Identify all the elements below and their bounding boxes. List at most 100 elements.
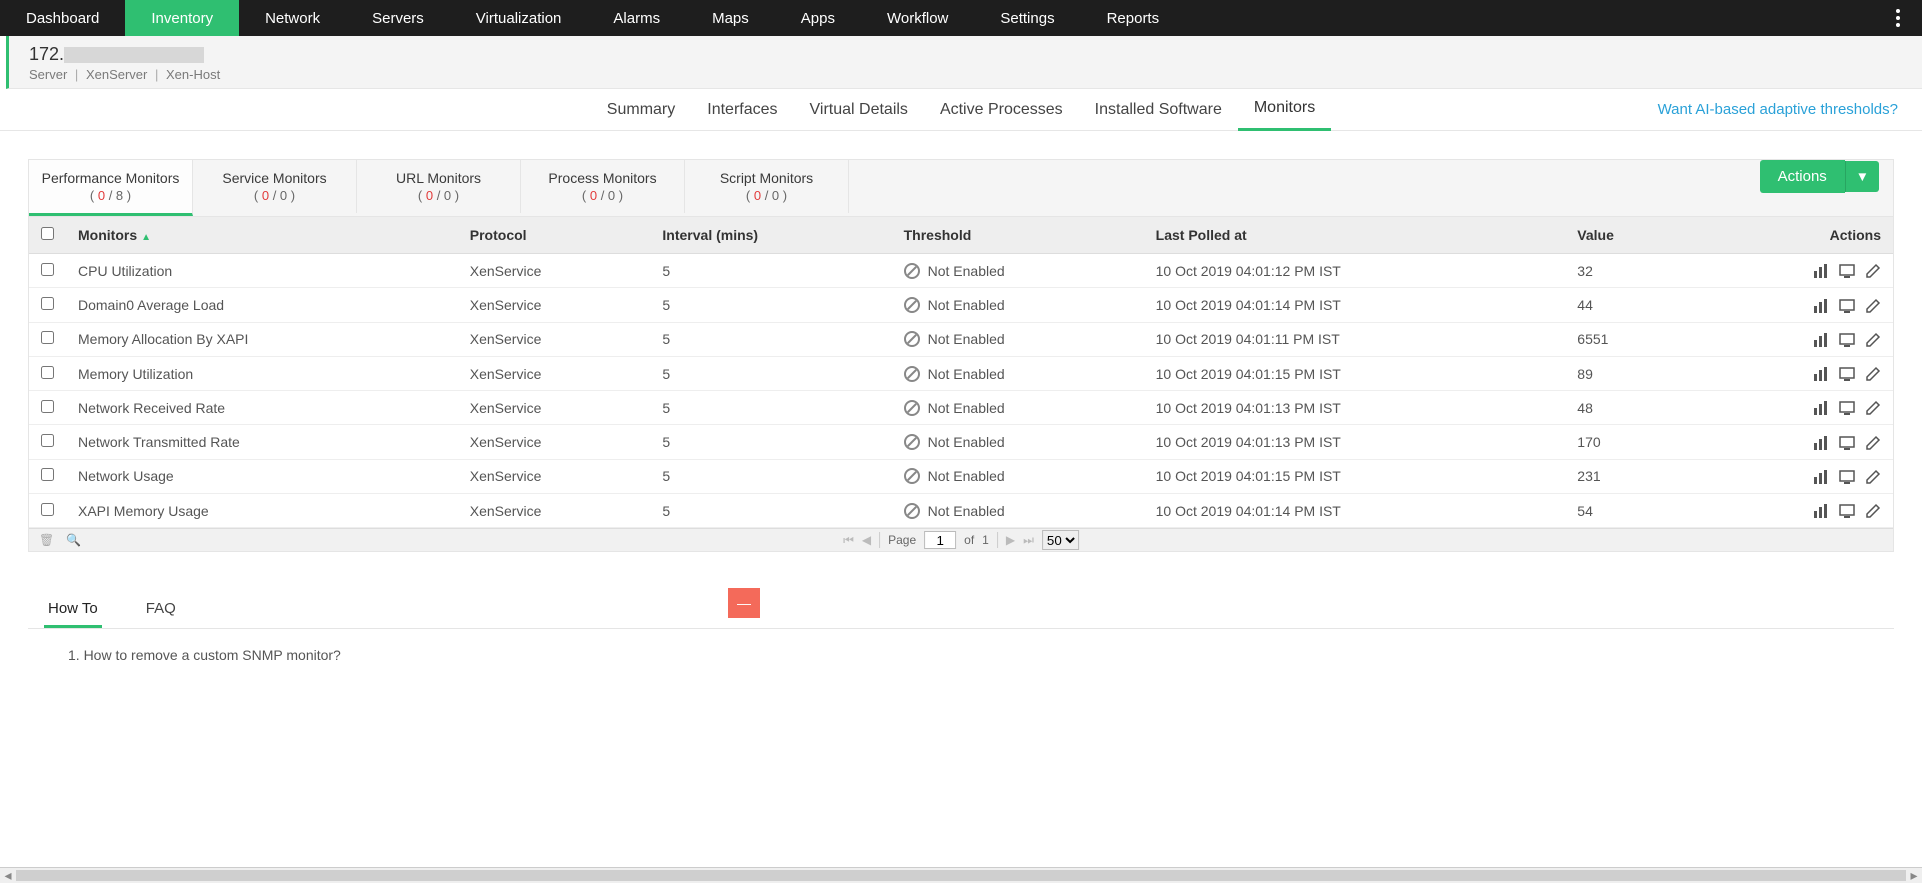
row-checkbox[interactable] bbox=[41, 400, 54, 413]
last-page-icon[interactable]: ⏭ bbox=[1023, 533, 1034, 548]
nav-maps[interactable]: Maps bbox=[686, 0, 775, 36]
search-icon[interactable]: 🔍 bbox=[66, 533, 81, 547]
row-checkbox[interactable] bbox=[41, 468, 54, 481]
delete-icon[interactable]: 🗑 bbox=[39, 533, 54, 547]
screen-icon[interactable] bbox=[1837, 298, 1855, 314]
col-last-polled[interactable]: Last Polled at bbox=[1144, 217, 1566, 254]
row-checkbox[interactable] bbox=[41, 434, 54, 447]
tab-active-processes[interactable]: Active Processes bbox=[924, 89, 1079, 131]
actions-button-group: Actions ▼ bbox=[1760, 160, 1893, 193]
col-value[interactable]: Value bbox=[1565, 217, 1687, 254]
chart-icon[interactable] bbox=[1811, 503, 1829, 519]
screen-icon[interactable] bbox=[1837, 435, 1855, 451]
chart-icon[interactable] bbox=[1811, 298, 1829, 314]
nav-dashboard[interactable]: Dashboard bbox=[0, 0, 125, 36]
kebab-menu-icon[interactable] bbox=[1886, 0, 1910, 36]
table-row: CPU UtilizationXenService5Not Enabled10 … bbox=[29, 254, 1893, 288]
chart-icon[interactable] bbox=[1811, 263, 1829, 279]
ai-thresholds-link[interactable]: Want AI-based adaptive thresholds? bbox=[1658, 101, 1898, 118]
chart-icon[interactable] bbox=[1811, 332, 1829, 348]
device-subnav: Summary Interfaces Virtual Details Activ… bbox=[0, 89, 1922, 131]
col-monitors[interactable]: Monitors▲ bbox=[66, 217, 458, 254]
nav-network[interactable]: Network bbox=[239, 0, 346, 36]
page-input[interactable] bbox=[924, 531, 956, 549]
scroll-left-icon[interactable]: ◂ bbox=[0, 868, 16, 883]
nav-virtualization[interactable]: Virtualization bbox=[450, 0, 588, 36]
nav-reports[interactable]: Reports bbox=[1081, 0, 1186, 36]
edit-icon[interactable] bbox=[1863, 332, 1881, 348]
screen-icon[interactable] bbox=[1837, 469, 1855, 485]
edit-icon[interactable] bbox=[1863, 298, 1881, 314]
cell-polled: 10 Oct 2019 04:01:15 PM IST bbox=[1144, 356, 1566, 390]
chart-icon[interactable] bbox=[1811, 400, 1829, 416]
tab-interfaces[interactable]: Interfaces bbox=[691, 89, 793, 131]
cell-actions bbox=[1687, 288, 1893, 322]
howto-item[interactable]: 1. How to remove a custom SNMP monitor? bbox=[68, 647, 1894, 663]
actions-button[interactable]: Actions bbox=[1760, 160, 1845, 193]
edit-icon[interactable] bbox=[1863, 400, 1881, 416]
mtab-service[interactable]: Service Monitors ( 0 / 0 ) bbox=[193, 160, 357, 213]
top-nav: Dashboard Inventory Network Servers Virt… bbox=[0, 0, 1922, 36]
edit-icon[interactable] bbox=[1863, 366, 1881, 382]
disabled-icon bbox=[904, 503, 920, 519]
crumb-xenhost[interactable]: Xen-Host bbox=[166, 67, 220, 82]
col-interval[interactable]: Interval (mins) bbox=[650, 217, 891, 254]
mtab-process[interactable]: Process Monitors ( 0 / 0 ) bbox=[521, 160, 685, 213]
nav-alarms[interactable]: Alarms bbox=[587, 0, 686, 36]
page-size-select[interactable]: 50 bbox=[1042, 530, 1079, 550]
nav-settings[interactable]: Settings bbox=[974, 0, 1080, 36]
actions-dropdown-toggle[interactable]: ▼ bbox=[1845, 161, 1879, 192]
monitor-tabs: Performance Monitors ( 0 / 8 ) Service M… bbox=[28, 159, 1894, 216]
cell-interval: 5 bbox=[650, 494, 891, 528]
mtab-url[interactable]: URL Monitors ( 0 / 0 ) bbox=[357, 160, 521, 213]
row-checkbox[interactable] bbox=[41, 366, 54, 379]
prev-page-icon[interactable]: ◀ bbox=[862, 533, 871, 547]
row-checkbox[interactable] bbox=[41, 331, 54, 344]
row-checkbox[interactable] bbox=[41, 297, 54, 310]
cell-value: 89 bbox=[1565, 356, 1687, 390]
col-protocol[interactable]: Protocol bbox=[458, 217, 651, 254]
screen-icon[interactable] bbox=[1837, 263, 1855, 279]
screen-icon[interactable] bbox=[1837, 400, 1855, 416]
crumb-xenserver[interactable]: XenServer bbox=[86, 67, 147, 82]
redacted-ip bbox=[64, 47, 204, 63]
tab-summary[interactable]: Summary bbox=[591, 89, 691, 131]
first-page-icon[interactable]: ⏮ bbox=[843, 533, 854, 548]
device-ip-prefix: 172. bbox=[29, 44, 64, 64]
cell-value: 44 bbox=[1565, 288, 1687, 322]
tab-monitors[interactable]: Monitors bbox=[1238, 89, 1331, 131]
edit-icon[interactable] bbox=[1863, 469, 1881, 485]
cell-threshold: Not Enabled bbox=[892, 459, 1144, 493]
mtab-script[interactable]: Script Monitors ( 0 / 0 ) bbox=[685, 160, 849, 213]
col-threshold[interactable]: Threshold bbox=[892, 217, 1144, 254]
collapse-icon[interactable]: — bbox=[728, 588, 760, 618]
screen-icon[interactable] bbox=[1837, 366, 1855, 382]
chart-icon[interactable] bbox=[1811, 366, 1829, 382]
nav-servers[interactable]: Servers bbox=[346, 0, 450, 36]
nav-apps[interactable]: Apps bbox=[775, 0, 861, 36]
row-checkbox[interactable] bbox=[41, 263, 54, 276]
tab-howto[interactable]: How To bbox=[44, 592, 102, 628]
cell-actions bbox=[1687, 322, 1893, 356]
row-checkbox[interactable] bbox=[41, 503, 54, 516]
screen-icon[interactable] bbox=[1837, 503, 1855, 519]
select-all-checkbox[interactable] bbox=[41, 227, 54, 240]
nav-inventory[interactable]: Inventory bbox=[125, 0, 239, 36]
edit-icon[interactable] bbox=[1863, 263, 1881, 279]
horizontal-scrollbar[interactable]: ◂ ▸ bbox=[0, 867, 1922, 883]
chart-icon[interactable] bbox=[1811, 469, 1829, 485]
chart-icon[interactable] bbox=[1811, 435, 1829, 451]
scroll-right-icon[interactable]: ▸ bbox=[1906, 868, 1922, 883]
edit-icon[interactable] bbox=[1863, 435, 1881, 451]
cell-monitor: Network Usage bbox=[66, 459, 458, 493]
edit-icon[interactable] bbox=[1863, 503, 1881, 519]
tab-virtual-details[interactable]: Virtual Details bbox=[794, 89, 924, 131]
screen-icon[interactable] bbox=[1837, 332, 1855, 348]
cell-threshold: Not Enabled bbox=[892, 356, 1144, 390]
mtab-performance[interactable]: Performance Monitors ( 0 / 8 ) bbox=[29, 160, 193, 216]
next-page-icon[interactable]: ▶ bbox=[1006, 533, 1015, 547]
crumb-server[interactable]: Server bbox=[29, 67, 67, 82]
nav-workflow[interactable]: Workflow bbox=[861, 0, 974, 36]
tab-installed-software[interactable]: Installed Software bbox=[1079, 89, 1238, 131]
tab-faq[interactable]: FAQ bbox=[142, 592, 180, 628]
